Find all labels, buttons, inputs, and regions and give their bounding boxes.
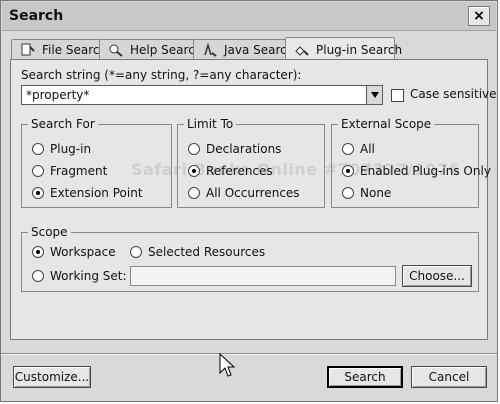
tab-label: Plug-in Search bbox=[316, 42, 403, 57]
radio-limit-declarations[interactable]: Declarations bbox=[188, 142, 281, 156]
working-set-field[interactable] bbox=[130, 266, 396, 286]
radio-search-for-plugin[interactable]: Plug-in bbox=[32, 142, 91, 156]
limit-to-title: Limit To bbox=[184, 117, 237, 131]
tab-label: Java Search bbox=[224, 42, 295, 57]
choose-label: Choose... bbox=[409, 269, 465, 283]
radio-label: Plug-in bbox=[50, 142, 92, 156]
tab-java-search[interactable]: Java Search bbox=[193, 39, 294, 59]
search-string-value: *property* bbox=[26, 88, 90, 102]
footer-separator-highlight bbox=[1, 354, 497, 355]
search-for-title: Search For bbox=[28, 117, 98, 131]
cancel-button[interactable]: Cancel bbox=[411, 366, 487, 388]
java-search-icon bbox=[202, 41, 218, 57]
window-title: Search bbox=[9, 8, 64, 24]
close-button[interactable]: × bbox=[468, 6, 490, 26]
radio-label: All bbox=[360, 142, 375, 156]
customize-label: Customize... bbox=[14, 370, 90, 384]
radio-button bbox=[32, 270, 44, 282]
close-icon: × bbox=[473, 8, 485, 24]
radio-search-for-extension-point[interactable]: Extension Point bbox=[32, 186, 143, 200]
case-sensitive-label: Case sensitive bbox=[410, 87, 497, 101]
external-scope-group: External Scope All Enabled Plug-ins Only… bbox=[331, 117, 491, 208]
radio-label: References bbox=[206, 164, 273, 178]
limit-to-group: Limit To Declarations References All Occ… bbox=[177, 117, 325, 208]
cancel-label: Cancel bbox=[428, 370, 470, 384]
tab-help-search[interactable]: Help Search bbox=[99, 39, 202, 59]
help-search-icon bbox=[108, 43, 124, 57]
radio-label: None bbox=[360, 186, 392, 200]
radio-button bbox=[32, 143, 44, 155]
choose-button[interactable]: Choose... bbox=[402, 265, 472, 287]
search-for-group: Search For Plug-in Fragment Extension Po… bbox=[21, 117, 172, 208]
tab-label: Help Search bbox=[130, 42, 203, 57]
radio-button bbox=[342, 143, 354, 155]
radio-scope-working-set[interactable]: Working Set: bbox=[32, 269, 127, 283]
plugin-search-icon bbox=[294, 43, 310, 57]
radio-button bbox=[188, 165, 200, 177]
radio-label: Workspace bbox=[50, 245, 116, 259]
radio-search-for-fragment[interactable]: Fragment bbox=[32, 164, 107, 178]
radio-button bbox=[32, 187, 44, 199]
tab-plugin-search[interactable]: Plug-in Search bbox=[285, 37, 402, 61]
radio-button bbox=[188, 187, 200, 199]
radio-label: All Occurrences bbox=[206, 186, 300, 200]
radio-label: Fragment bbox=[50, 164, 108, 178]
radio-label: Enabled Plug-ins Only bbox=[360, 164, 491, 178]
radio-button bbox=[32, 246, 44, 258]
search-string-label: Search string (*=any string, ?=any chara… bbox=[21, 68, 302, 82]
search-button[interactable]: Search bbox=[327, 366, 403, 388]
search-dialog: Search × File Search Help Search Java Se… bbox=[0, 0, 498, 402]
radio-label: Selected Resources bbox=[148, 245, 266, 259]
radio-external-enabled-only[interactable]: Enabled Plug-ins Only bbox=[342, 164, 491, 178]
search-string-combo[interactable]: *property* bbox=[21, 85, 383, 105]
search-label: Search bbox=[344, 370, 386, 384]
radio-label: Declarations bbox=[206, 142, 282, 156]
radio-button bbox=[188, 143, 200, 155]
radio-scope-workspace[interactable]: Workspace bbox=[32, 245, 116, 259]
combo-dropdown-button[interactable] bbox=[366, 86, 382, 104]
chevron-down-icon bbox=[370, 92, 379, 98]
file-search-icon bbox=[20, 43, 36, 57]
scope-title: Scope bbox=[28, 225, 71, 239]
radio-limit-all-occurrences[interactable]: All Occurrences bbox=[188, 186, 300, 200]
radio-button bbox=[32, 165, 44, 177]
radio-limit-references[interactable]: References bbox=[188, 164, 273, 178]
tab-content: Safari Books Online #707327/1976 Search … bbox=[10, 59, 497, 340]
radio-scope-selected-resources[interactable]: Selected Resources bbox=[130, 245, 265, 259]
case-sensitive-checkbox[interactable] bbox=[391, 89, 404, 102]
radio-button bbox=[342, 165, 354, 177]
scope-group: Scope Workspace Selected Resources Worki… bbox=[21, 225, 479, 292]
radio-external-all[interactable]: All bbox=[342, 142, 375, 156]
external-scope-title: External Scope bbox=[338, 117, 435, 131]
radio-label: Working Set: bbox=[50, 269, 127, 283]
tab-file-search[interactable]: File Search bbox=[11, 39, 107, 59]
radio-button bbox=[342, 187, 354, 199]
radio-external-none[interactable]: None bbox=[342, 186, 391, 200]
title-bar: Search × bbox=[2, 2, 496, 31]
customize-button[interactable]: Customize... bbox=[13, 366, 91, 388]
mouse-pointer-icon bbox=[219, 352, 236, 377]
radio-label: Extension Point bbox=[50, 186, 143, 200]
radio-button bbox=[130, 246, 142, 258]
tab-label: File Search bbox=[42, 42, 108, 57]
